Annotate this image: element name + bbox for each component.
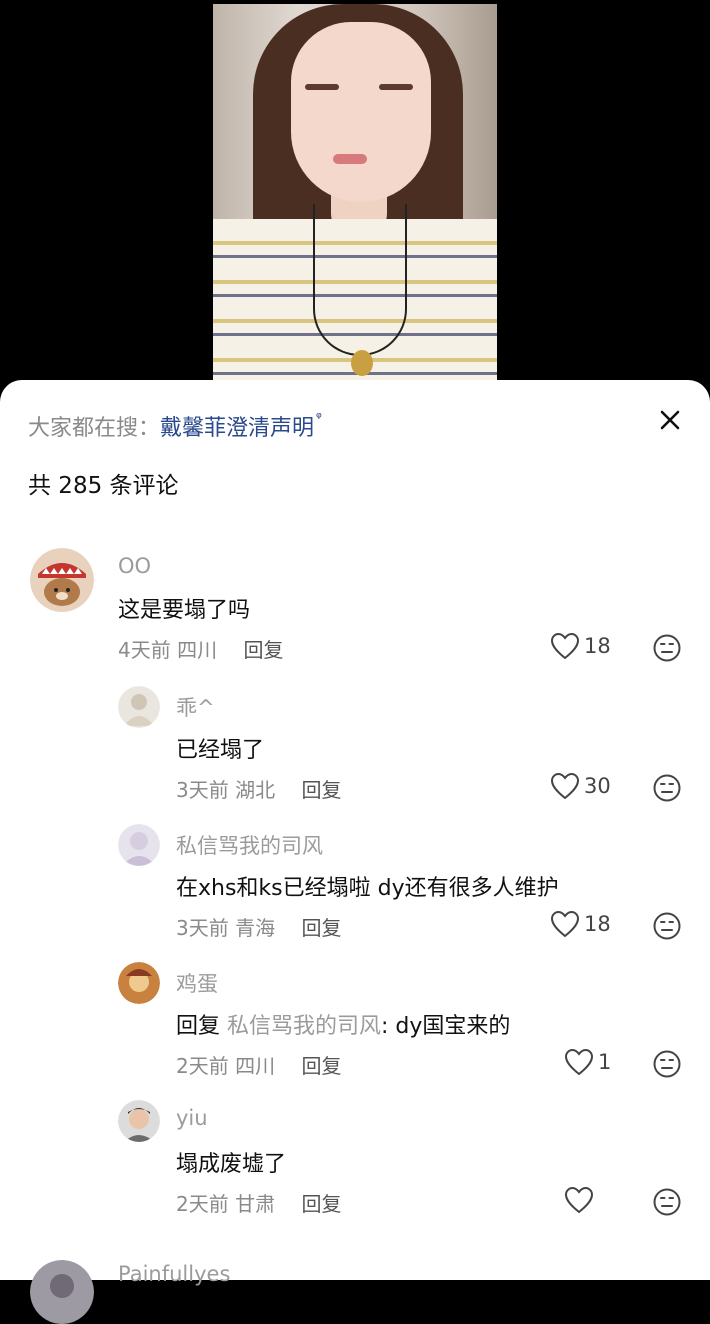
comment-time: 2天前 [176,1192,229,1216]
avatar[interactable] [118,824,160,866]
comment-username[interactable]: Painfullyes [118,1262,230,1286]
heart-icon [564,1186,594,1214]
comment-meta: 2天前 甘肃 回复 [176,1188,341,1217]
comment-text: 回复 私信骂我的司风: dy国宝来的 [176,1008,510,1040]
comment-location: 四川 [235,1054,276,1078]
avatar[interactable] [30,1260,94,1324]
comment-location: 青海 [235,916,276,940]
reply-target-username[interactable]: 私信骂我的司风 [227,1014,381,1039]
avatar[interactable] [118,962,160,1004]
like-button[interactable] [564,1186,598,1214]
reply-button[interactable]: 回复 [301,1054,341,1078]
avatar[interactable] [118,1100,160,1142]
avatar[interactable] [30,548,94,612]
reply-button[interactable]: 回复 [301,778,341,802]
like-button[interactable]: 18 [550,632,611,660]
reply-button[interactable]: 回复 [243,638,283,662]
heart-icon [564,1048,594,1076]
comment-meta: 2天前 四川 回复 [176,1050,341,1079]
avatar[interactable] [118,686,160,728]
comment-location: 四川 [177,638,218,662]
comment-time: 3天前 [176,916,229,940]
emoji-reaction-icon[interactable] [653,634,681,662]
comment-username[interactable]: OO [118,554,151,578]
search-icon: ᵠ [316,410,322,426]
comment-username[interactable]: yiu [176,1106,208,1130]
heart-icon [550,632,580,660]
emoji-reaction-icon[interactable] [653,1188,681,1216]
video-player[interactable] [0,0,710,420]
reply-prefix: 回复 [176,1014,221,1039]
comment-text: 已经塌了 [176,738,265,763]
comment-count: 共 285 条评论 [28,473,179,499]
reply-body: : dy国宝来的 [381,1014,511,1039]
comment-time: 3天前 [176,778,229,802]
emoji-reaction-icon[interactable] [653,1050,681,1078]
heart-icon [550,910,580,938]
comment-meta: 3天前 青海 回复 [176,912,341,941]
comment-time: 2天前 [176,1054,229,1078]
emoji-reaction-icon[interactable] [653,774,681,802]
search-suggestion[interactable]: 大家都在搜：戴馨菲澄清声明 ᵠ [28,410,322,442]
like-count: 30 [584,774,611,798]
comment-text: 这是要塌了吗 [118,598,251,623]
like-count: 18 [584,912,611,936]
emoji-reaction-icon[interactable] [653,912,681,940]
comment-meta: 3天前 湖北 回复 [176,774,341,803]
comment-meta: 4天前 四川 回复 [118,634,283,663]
comment-username[interactable]: 乖^ [176,692,215,722]
comment-text: 塌成废墟了 [176,1152,287,1177]
like-button[interactable]: 1 [564,1048,611,1076]
heart-icon [550,772,580,800]
like-button[interactable]: 18 [550,910,611,938]
comment-username[interactable]: 私信骂我的司风 [176,830,323,860]
reply-button[interactable]: 回复 [301,1192,341,1216]
comment-username[interactable]: 鸡蛋 [176,968,218,998]
comment-time: 4天前 [118,638,171,662]
like-count: 18 [584,634,611,658]
like-count: 1 [598,1050,612,1074]
video-frame [213,4,497,384]
close-icon[interactable] [652,402,688,438]
search-term-link[interactable]: 戴馨菲澄清声明 [160,416,314,441]
comment-location: 甘肃 [235,1192,276,1216]
comment-location: 湖北 [235,778,276,802]
reply-button[interactable]: 回复 [301,916,341,940]
comment-text: 在xhs和ks已经塌啦 dy还有很多人维护 [176,876,559,901]
comments-sheet: 大家都在搜：戴馨菲澄清声明 ᵠ 共 285 条评论 OO 这是要塌了吗 4天前 四… [0,380,710,1324]
search-prefix: 大家都在搜： [28,416,161,441]
like-button[interactable]: 30 [550,772,611,800]
